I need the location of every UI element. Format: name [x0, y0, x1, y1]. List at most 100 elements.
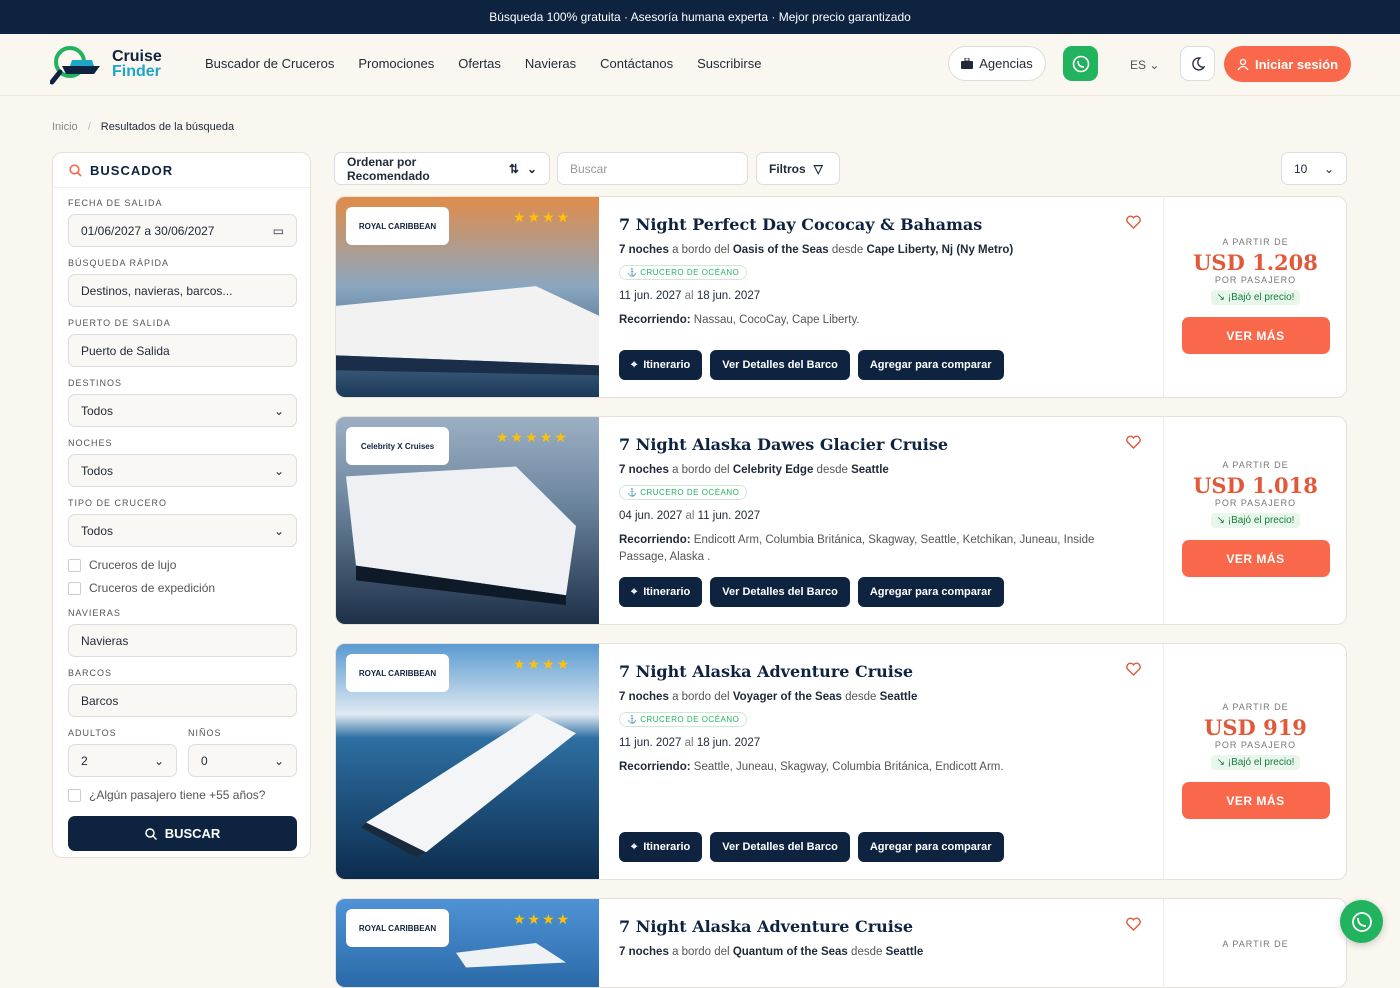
puerto-label: PUERTO DE SALIDA [68, 318, 171, 328]
barcos-input[interactable]: Barcos [68, 684, 297, 717]
ver-mas-button[interactable]: VER MÁS [1181, 540, 1330, 577]
star-rating: ★★★★ [513, 656, 572, 672]
detalles-button[interactable]: Ver Detalles del Barco [710, 350, 850, 380]
adultos-label: ADULTOS [68, 728, 117, 738]
heart-icon[interactable] [1126, 215, 1141, 234]
promo-topbar: Búsqueda 100% gratuita · Asesoría humana… [0, 0, 1400, 34]
cruise-type-badge: ⚓ CRUCERO DE OCÉANO [619, 265, 748, 280]
whatsapp-icon [1351, 911, 1372, 932]
price-drop-badge: ↘ ¡Bajó el precio! [1210, 513, 1301, 528]
itinerario-button[interactable]: ⌖ Itinerario [619, 577, 703, 607]
logo-text: Cruise Finder [112, 48, 162, 80]
buscar-button[interactable]: BUSCAR [68, 816, 297, 851]
cruise-type-badge: ⚓ CRUCERO DE OCÉANO [619, 485, 748, 500]
search-sidebar: BUSCADOR FECHA DE SALIDA 01/06/2027 a 30… [52, 152, 311, 858]
login-button[interactable]: Iniciar sesión [1224, 46, 1351, 82]
filter-icon: ▽ [813, 161, 823, 176]
nav-buscador[interactable]: Buscador de Cruceros [205, 56, 334, 71]
destinos-select[interactable]: Todos ⌄ [68, 394, 297, 427]
cruise-title[interactable]: 7 Night Alaska Adventure Cruise [619, 662, 1139, 681]
date-range-input[interactable]: 01/06/2027 a 30/06/2027 ▭ [68, 214, 297, 247]
moon-icon [1191, 56, 1205, 71]
cruise-title[interactable]: 7 Night Perfect Day Cococay & Bahamas [619, 215, 1139, 234]
calendar-icon: ▭ [272, 223, 284, 238]
price-amount: USD 1.208 [1193, 250, 1318, 275]
detalles-button[interactable]: Ver Detalles del Barco [710, 832, 850, 862]
heart-icon[interactable] [1126, 917, 1141, 936]
sort-icon: ⇅ [508, 161, 519, 176]
cruise-info: 7 Night Alaska Adventure Cruise 7 noches… [619, 917, 1139, 964]
whatsapp-floating-button[interactable] [1340, 900, 1383, 943]
breadcrumb-home[interactable]: Inicio [52, 121, 78, 133]
cruise-title[interactable]: 7 Night Alaska Adventure Cruise [619, 917, 1139, 936]
expedicion-checkbox[interactable]: Cruceros de expedición [68, 581, 215, 595]
card-actions: ⌖ Itinerario Ver Detalles del Barco Agreg… [619, 832, 1004, 862]
mayor55-checkbox[interactable]: ¿Algún pasajero tiene +55 años? [68, 788, 265, 802]
price-panel: A PARTIR DE USD 919 POR PASAJERO ↘ ¡Bajó… [1163, 644, 1346, 879]
chevron-down-icon: ⌄ [1323, 161, 1334, 176]
tipo-label: TIPO DE CRUCERO [68, 498, 168, 508]
heart-icon[interactable] [1126, 435, 1141, 454]
chevron-down-icon: ⌄ [273, 523, 284, 538]
nav-promociones[interactable]: Promociones [358, 56, 434, 71]
fecha-label: FECHA DE SALIDA [68, 198, 163, 208]
sort-select[interactable]: Ordenar por Recomendado ⇅ ⌄ [334, 152, 550, 185]
noches-select[interactable]: Todos ⌄ [68, 454, 297, 487]
nav-navieras[interactable]: Navieras [525, 56, 576, 71]
price-amount: USD 1.018 [1193, 473, 1318, 498]
results-search-input[interactable]: Buscar [557, 152, 748, 185]
heart-icon[interactable] [1126, 662, 1141, 681]
ver-mas-button[interactable]: VER MÁS [1181, 317, 1330, 354]
itinerario-button[interactable]: ⌖ Itinerario [619, 350, 703, 380]
language-select[interactable]: ES ⌄ [1130, 58, 1159, 72]
cruise-route: Recorriendo: Nassau, CocoCay, Cape Liber… [619, 314, 860, 326]
comparar-button[interactable]: Agregar para comparar [857, 832, 1004, 862]
ninos-label: NIÑOS [188, 728, 222, 738]
ninos-select[interactable]: 0 ⌄ [188, 744, 297, 777]
logo-icon [49, 46, 100, 85]
detalles-button[interactable]: Ver Detalles del Barco [710, 577, 850, 607]
logo[interactable]: Cruise Finder [49, 42, 170, 88]
tipo-select[interactable]: Todos ⌄ [68, 514, 297, 547]
cruise-title[interactable]: 7 Night Alaska Dawes Glacier Cruise [619, 435, 1139, 454]
navieras-input[interactable]: Navieras [68, 624, 297, 657]
breadcrumb-current: Resultados de la búsqueda [100, 121, 235, 133]
per-page-select[interactable]: 10 ⌄ [1281, 152, 1347, 185]
itinerario-button[interactable]: ⌖ Itinerario [619, 832, 703, 862]
comparar-button[interactable]: Agregar para comparar [857, 577, 1004, 607]
trend-down-icon: ↘ [1216, 757, 1225, 768]
location-pin-icon: ⌖ [631, 840, 638, 853]
brand-logo: ROYAL CARIBBEAN [346, 207, 449, 245]
cruise-card: ROYAL CARIBBEAN ★★★★ 7 Night Perfect Day… [335, 196, 1347, 398]
price-panel: A PARTIR DE [1163, 899, 1346, 987]
nav-contactanos[interactable]: Contáctanos [600, 56, 673, 71]
sidebar-header: BUSCADOR [53, 153, 310, 188]
cruise-dates: 11 jun. 2027 al 18 jun. 2027 [619, 737, 761, 749]
anchor-icon: ⚓ [627, 268, 638, 277]
nav-suscribirse[interactable]: Suscribirse [697, 56, 761, 71]
adultos-select[interactable]: 2 ⌄ [68, 744, 177, 777]
lujo-checkbox[interactable]: Cruceros de lujo [68, 558, 176, 572]
whatsapp-button[interactable] [1063, 46, 1098, 81]
nav-ofertas[interactable]: Ofertas [458, 56, 501, 71]
main-nav: Buscador de Cruceros Promociones Ofertas… [205, 56, 761, 71]
cruise-card: ROYAL CARIBBEAN ★★★★ 7 Night Alaska Adve… [335, 643, 1347, 880]
trend-down-icon: ↘ [1216, 292, 1225, 303]
anchor-icon: ⚓ [627, 488, 638, 497]
agencias-button[interactable]: Agencias [948, 46, 1046, 81]
location-pin-icon: ⌖ [631, 358, 638, 371]
dark-mode-toggle[interactable] [1180, 46, 1215, 81]
port-input[interactable]: Puerto de Salida [68, 334, 297, 367]
user-icon [1237, 58, 1249, 70]
anchor-icon: ⚓ [627, 715, 638, 724]
price-panel: A PARTIR DE USD 1.208 POR PASAJERO ↘ ¡Ba… [1163, 197, 1346, 397]
price-amount: USD 919 [1204, 715, 1307, 740]
briefcase-icon [961, 58, 974, 69]
brand-logo: Celebrity X Cruises [346, 427, 449, 465]
ver-mas-button[interactable]: VER MÁS [1181, 782, 1330, 819]
search-icon [69, 163, 82, 177]
navieras-label: NAVIERAS [68, 608, 121, 618]
comparar-button[interactable]: Agregar para comparar [857, 350, 1004, 380]
quick-search-input[interactable]: Destinos, navieras, barcos... [68, 274, 297, 307]
filters-button[interactable]: Filtros ▽ [756, 152, 840, 185]
